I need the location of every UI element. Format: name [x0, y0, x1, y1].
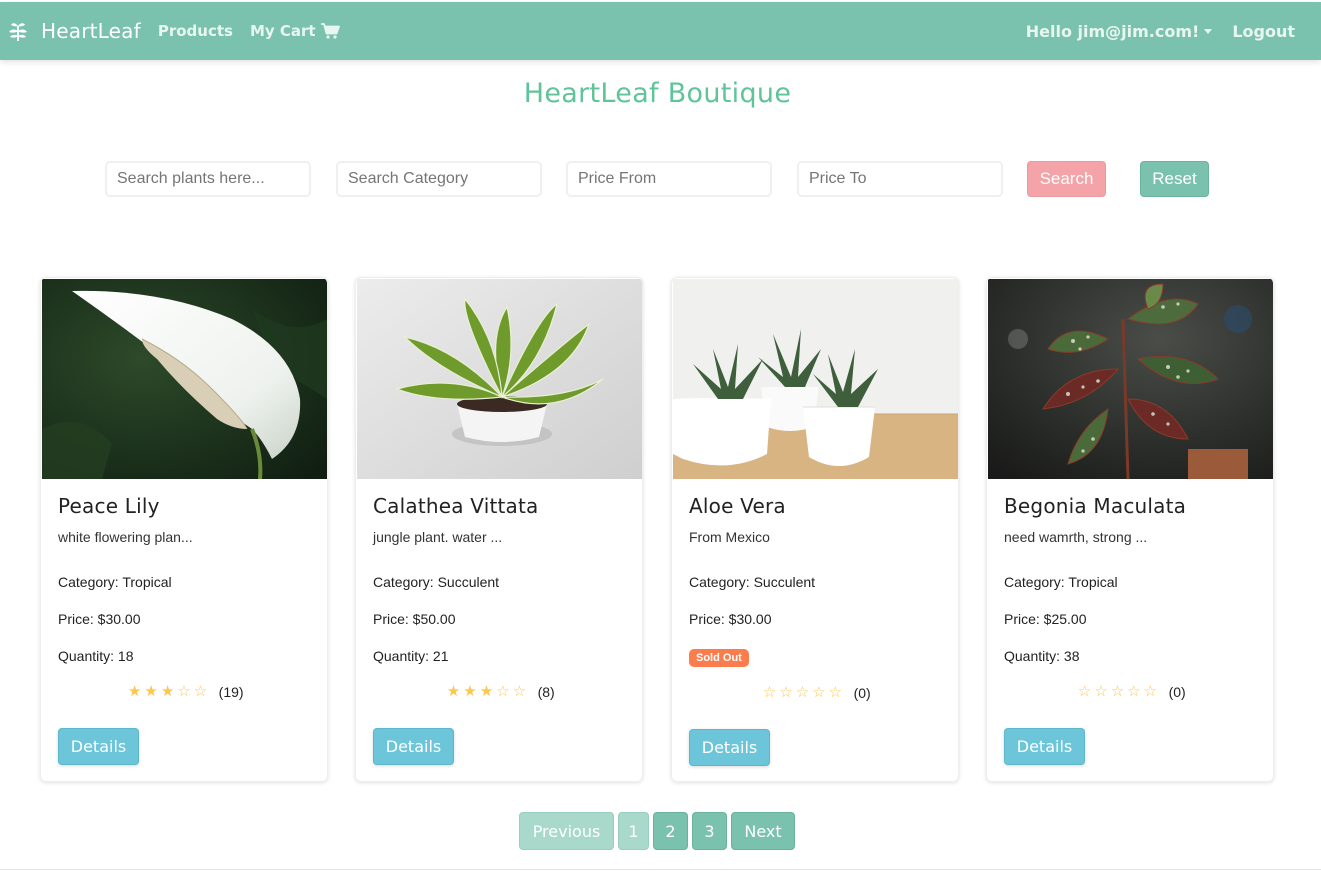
product-price: Price: $30.00: [58, 611, 141, 627]
product-name: Aloe Vera: [689, 494, 786, 518]
logout-link[interactable]: Logout: [1232, 22, 1295, 41]
product-price: Price: $50.00: [373, 611, 456, 627]
product-price: Price: $25.00: [1004, 611, 1087, 627]
search-category-input[interactable]: [336, 161, 542, 197]
nav-my-cart[interactable]: My Cart: [250, 22, 340, 40]
product-category: Category: Succulent: [689, 574, 816, 590]
star-empty-icon: ☆: [762, 683, 777, 701]
search-button[interactable]: Search: [1027, 161, 1106, 197]
star-empty-icon: ☆: [193, 682, 208, 700]
product-quantity: Quantity: 38: [1004, 648, 1080, 664]
star-empty-icon: ☆: [812, 683, 826, 701]
star-rating: ☆ ☆ ☆ ☆ ☆ (0): [987, 683, 1273, 701]
product-name: Calathea Vittata: [373, 494, 539, 518]
leaf-icon: [9, 23, 27, 41]
star-empty-icon: ☆: [1094, 682, 1108, 700]
product-category: Category: Tropical: [1004, 574, 1118, 590]
nav-products[interactable]: Products: [158, 22, 233, 40]
peace-lily-photo: [42, 279, 327, 479]
begonia-maculata-photo: [988, 279, 1273, 479]
shopping-cart-icon: [320, 23, 340, 39]
star-empty-icon: ☆: [1077, 682, 1092, 700]
product-category: Category: Succulent: [373, 574, 500, 590]
star-filled-icon: ★: [160, 682, 175, 700]
product-description: need wamrth, strong ...: [1004, 529, 1148, 545]
page-1-button[interactable]: 1: [618, 812, 649, 850]
star-empty-icon: ☆: [512, 682, 527, 700]
product-card-aloe-vera: Aloe Vera From Mexico Category: Succulen…: [671, 277, 959, 782]
product-card-calathea-vittata: Calathea Vittata jungle plant. water ...…: [355, 277, 643, 782]
rating-stars: ☆ ☆ ☆ ☆ ☆: [761, 684, 843, 702]
aloe-vera-photo: [673, 279, 958, 479]
star-empty-icon: ☆: [177, 682, 191, 700]
rating-stars: ☆ ☆ ☆ ☆ ☆: [1076, 683, 1158, 701]
star-empty-icon: ☆: [1127, 682, 1141, 700]
search-plants-input[interactable]: [105, 161, 311, 197]
star-filled-icon: ★: [446, 682, 461, 700]
product-quantity: Quantity: 18: [58, 648, 134, 664]
rating-count: (19): [218, 684, 244, 700]
user-greeting: Hello jim@jim.com!: [1025, 21, 1200, 41]
star-rating: ☆ ☆ ☆ ☆ ☆ (0): [672, 684, 958, 702]
product-name: Begonia Maculata: [1004, 494, 1187, 518]
price-to-input[interactable]: [797, 161, 1003, 197]
previous-page-button[interactable]: Previous: [519, 812, 614, 850]
brand-link[interactable]: HeartLeaf: [8, 19, 141, 43]
star-empty-icon: ☆: [828, 683, 843, 701]
product-description: From Mexico: [689, 529, 770, 545]
brand-name: HeartLeaf: [41, 19, 141, 43]
details-button[interactable]: Details: [1004, 728, 1085, 765]
reset-button[interactable]: Reset: [1140, 161, 1209, 197]
caret-down-icon: [1204, 28, 1213, 34]
next-page-button[interactable]: Next: [731, 812, 795, 850]
nav-cart-label: My Cart: [249, 22, 316, 40]
product-description: jungle plant. water ...: [373, 529, 503, 545]
rating-count: (8): [537, 684, 555, 700]
product-category: Category: Tropical: [58, 574, 172, 590]
top-navbar: HeartLeaf Products My Cart Hello jim@jim…: [0, 2, 1321, 60]
star-empty-icon: ☆: [1110, 682, 1125, 700]
rating-count: (0): [853, 685, 871, 701]
search-bar: Search Reset: [0, 161, 1321, 197]
rating-stars: ★ ★ ★ ☆ ☆: [445, 683, 527, 701]
page-2-button[interactable]: 2: [653, 812, 688, 850]
product-description: white flowering plan...: [58, 529, 193, 545]
rating-stars: ★ ★ ★ ☆ ☆: [126, 683, 208, 701]
star-rating: ★ ★ ★ ☆ ☆ (19): [41, 683, 327, 701]
sold-out-badge: Sold Out: [689, 649, 749, 667]
product-name: Peace Lily: [58, 494, 160, 518]
page-3-button[interactable]: 3: [692, 812, 727, 850]
logout-label: Logout: [1232, 21, 1295, 41]
star-filled-icon: ★: [144, 682, 158, 700]
details-button[interactable]: Details: [373, 728, 454, 765]
star-filled-icon: ★: [463, 682, 477, 700]
star-filled-icon: ★: [127, 682, 142, 700]
rating-count: (0): [1168, 684, 1186, 700]
star-empty-icon: ☆: [1143, 682, 1158, 700]
nav-products-label: Products: [157, 22, 233, 40]
nav-right-group: Hello jim@jim.com! Logout: [1006, 22, 1295, 41]
pagination: Previous 1 2 3 Next: [519, 812, 799, 850]
price-from-input[interactable]: [566, 161, 772, 197]
calathea-vittata-photo: [357, 279, 642, 479]
details-button[interactable]: Details: [58, 728, 139, 765]
page-title: HeartLeaf Boutique: [523, 78, 792, 109]
product-card-peace-lily: Peace Lily white flowering plan... Categ…: [40, 277, 328, 782]
star-empty-icon: ☆: [496, 682, 510, 700]
star-filled-icon: ★: [479, 682, 494, 700]
star-empty-icon: ☆: [795, 683, 810, 701]
product-quantity: Quantity: 21: [373, 648, 449, 664]
product-card-begonia-maculata: Begonia Maculata need wamrth, strong ...…: [986, 277, 1274, 782]
star-empty-icon: ☆: [779, 683, 793, 701]
product-price: Price: $30.00: [689, 611, 772, 627]
star-rating: ★ ★ ★ ☆ ☆ (8): [356, 683, 642, 701]
user-dropdown[interactable]: Hello jim@jim.com!: [1026, 22, 1213, 41]
footer-divider: [0, 869, 1321, 870]
details-button[interactable]: Details: [689, 729, 770, 766]
